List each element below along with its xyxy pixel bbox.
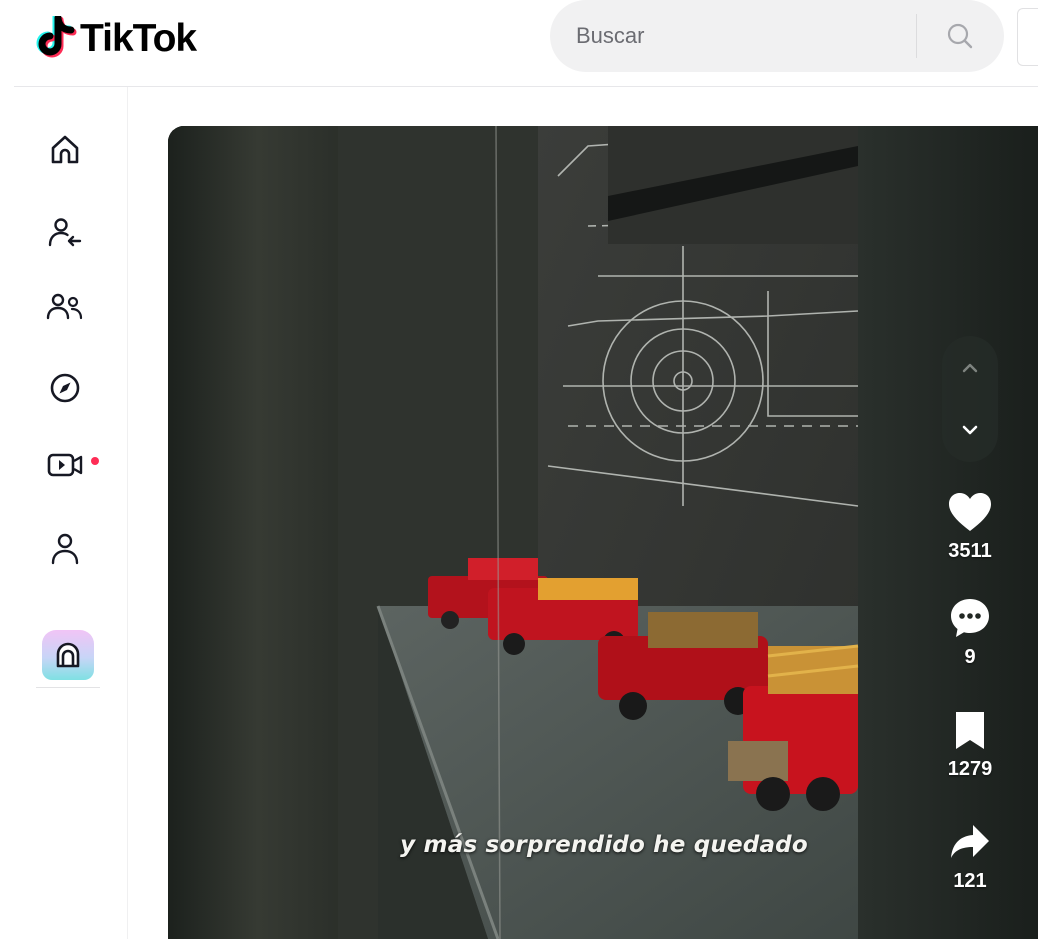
search-divider	[916, 14, 917, 58]
next-video-button[interactable]	[942, 402, 998, 458]
compass-icon	[50, 373, 80, 403]
sidebar	[0, 87, 128, 939]
sidebar-item-profile[interactable]	[40, 524, 90, 574]
share-action: 121	[938, 816, 1002, 893]
comment-action: 9	[938, 592, 1002, 669]
save-count: 1279	[947, 758, 993, 780]
comment-count: 9	[964, 646, 976, 668]
heart-icon	[949, 493, 991, 531]
comment-button[interactable]	[944, 592, 996, 644]
like-button[interactable]	[944, 486, 996, 538]
chevron-up-icon	[962, 363, 978, 373]
video-frame-image	[168, 126, 1038, 939]
search-button[interactable]	[930, 12, 990, 60]
friends-icon	[46, 293, 83, 320]
sidebar-divider	[36, 687, 100, 688]
video-player[interactable]: y más sorprendido he quedado	[168, 126, 1038, 939]
sidebar-item-explore[interactable]	[40, 363, 90, 413]
tiktok-note-icon	[34, 13, 78, 62]
sidebar-item-live[interactable]	[40, 440, 90, 490]
sidebar-item-coins[interactable]	[42, 630, 94, 680]
save-action: 1279	[938, 704, 1002, 781]
like-count: 3511	[948, 540, 992, 562]
share-icon	[951, 825, 989, 858]
search-bar	[550, 0, 1004, 72]
tiktok-logo[interactable]: TikTok	[34, 13, 197, 64]
video-caption: y más sorprendido he quedado	[400, 832, 808, 858]
share-button[interactable]	[944, 816, 996, 868]
sidebar-item-following[interactable]	[40, 208, 90, 258]
search-input[interactable]	[576, 20, 906, 52]
profile-icon	[51, 533, 79, 565]
coins-icon	[56, 642, 80, 668]
header-divider	[14, 86, 1038, 87]
save-button[interactable]	[944, 704, 996, 756]
following-icon	[48, 218, 82, 247]
top-header: TikTok	[0, 0, 1038, 86]
logo-text: TikTok	[80, 17, 197, 60]
explore-notification-dot	[91, 457, 99, 465]
sidebar-item-home[interactable]	[40, 125, 90, 175]
sidebar-item-friends[interactable]	[40, 282, 90, 332]
search-icon	[947, 23, 973, 49]
previous-video-button[interactable]	[942, 340, 998, 396]
comment-icon	[951, 599, 989, 637]
video-nav-arrows	[942, 336, 998, 462]
bookmark-icon	[956, 712, 984, 749]
home-icon	[51, 135, 79, 164]
like-action: 3511	[938, 486, 1002, 563]
upload-button-edge[interactable]	[1017, 8, 1038, 66]
share-count: 121	[953, 870, 987, 892]
chevron-down-icon	[962, 425, 978, 435]
live-video-icon	[47, 453, 83, 477]
